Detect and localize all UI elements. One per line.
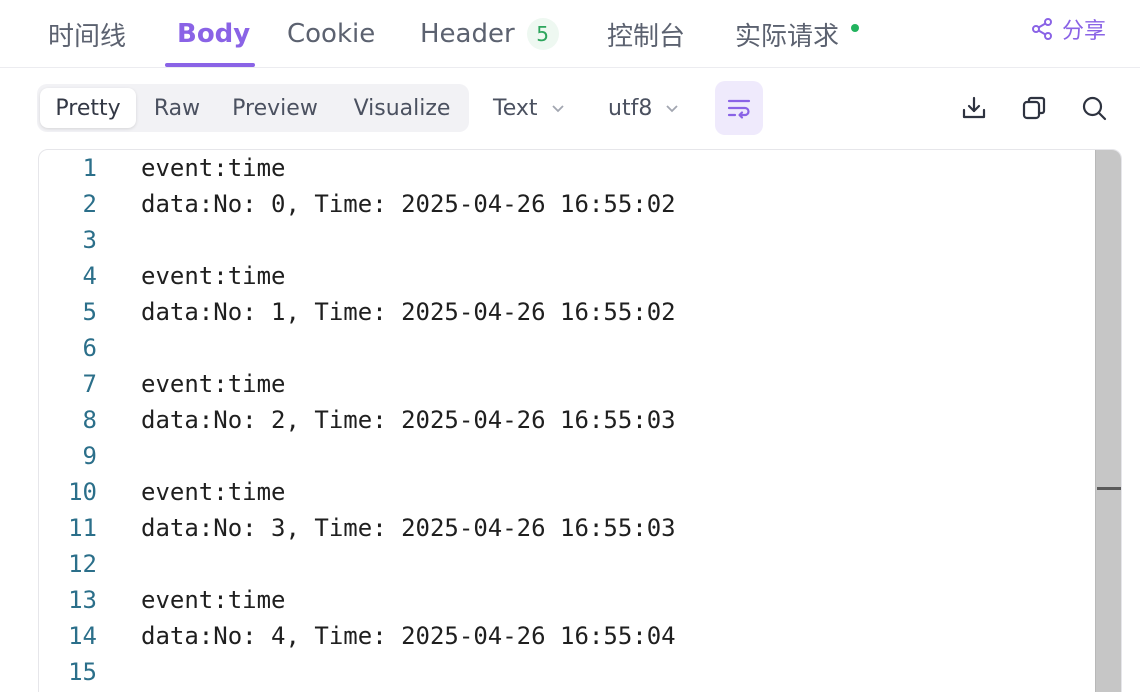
share-icon bbox=[1032, 18, 1052, 40]
view-mode-pretty-label: Pretty bbox=[55, 95, 121, 121]
line-text: event:time bbox=[141, 586, 286, 614]
copy-icon bbox=[1022, 96, 1046, 120]
view-mode-visualize-label: Visualize bbox=[353, 95, 451, 121]
line-number: 6 bbox=[82, 334, 97, 362]
search-icon bbox=[1082, 96, 1107, 121]
line-number: 11 bbox=[68, 514, 97, 542]
active-tab-indicator bbox=[165, 63, 255, 67]
response-tab-bar: 时间线 Body Cookie Header 5 控制台 实际请求 分享 bbox=[0, 0, 1140, 68]
format-select-value: Text bbox=[493, 95, 538, 121]
line-text: data:No: 4, Time: 2025-04-26 16:55:04 bbox=[141, 622, 676, 650]
line-text: event:time bbox=[141, 262, 286, 290]
encoding-select[interactable]: utf8 bbox=[608, 84, 680, 132]
tab-console[interactable]: 控制台 bbox=[607, 0, 685, 68]
line-number: 8 bbox=[82, 406, 97, 434]
line-number: 5 bbox=[82, 298, 97, 326]
view-mode-pretty[interactable]: Pretty bbox=[40, 88, 136, 128]
wrap-lines-icon bbox=[727, 99, 751, 119]
header-count-badge: 5 bbox=[526, 18, 559, 50]
line-number: 2 bbox=[82, 190, 97, 218]
download-icon bbox=[962, 96, 986, 119]
share-button[interactable]: 分享 bbox=[1030, 0, 1106, 58]
tab-header-label: Header bbox=[420, 19, 515, 49]
line-text: data:No: 2, Time: 2025-04-26 16:55:03 bbox=[141, 406, 676, 434]
code-line: 8 data:No: 2, Time: 2025-04-26 16:55:03 bbox=[39, 402, 1095, 438]
line-text: event:time bbox=[141, 154, 286, 182]
format-select[interactable]: Text bbox=[493, 84, 566, 132]
tab-actual-request-label: 实际请求 bbox=[735, 21, 840, 52]
share-label: 分享 bbox=[1062, 19, 1107, 44]
code-line: 9 bbox=[39, 438, 1095, 474]
tab-timeline-label: 时间线 bbox=[48, 21, 127, 52]
vertical-scrollbar[interactable] bbox=[1095, 150, 1121, 692]
line-number: 14 bbox=[68, 622, 97, 650]
tab-header[interactable]: Header 5 bbox=[420, 0, 559, 68]
response-body-editor[interactable]: 1 event:time 2 data:No: 0, Time: 2025-04-26… bbox=[38, 149, 1122, 692]
chevron-down-icon bbox=[551, 105, 564, 113]
tab-console-label: 控制台 bbox=[607, 21, 686, 52]
chevron-down-icon bbox=[666, 105, 678, 113]
code-line: 10 event:time bbox=[39, 474, 1095, 510]
tab-body-label: Body bbox=[177, 19, 251, 49]
code-line: 5 data:No: 1, Time: 2025-04-26 16:55:02 bbox=[39, 294, 1095, 330]
code-line: 15 bbox=[39, 654, 1095, 690]
line-number: 3 bbox=[82, 226, 97, 254]
code-line: 3 bbox=[39, 222, 1095, 258]
line-number: 9 bbox=[82, 442, 97, 470]
scrollbar-position-marker bbox=[1097, 487, 1121, 490]
line-text: data:No: 3, Time: 2025-04-26 16:55:03 bbox=[141, 514, 676, 542]
search-button[interactable] bbox=[1078, 92, 1110, 124]
view-mode-preview[interactable]: Preview bbox=[223, 88, 327, 128]
code-line: 2 data:No: 0, Time: 2025-04-26 16:55:02 bbox=[39, 186, 1095, 222]
line-number: 15 bbox=[68, 658, 97, 686]
code-line: 6 bbox=[39, 330, 1095, 366]
view-mode-raw[interactable]: Raw bbox=[141, 88, 213, 128]
code-line: 13 event:time bbox=[39, 582, 1095, 618]
line-number: 12 bbox=[68, 550, 97, 578]
line-number: 4 bbox=[82, 262, 97, 290]
view-mode-visualize[interactable]: Visualize bbox=[339, 88, 465, 128]
wrap-lines-button[interactable] bbox=[715, 81, 763, 135]
tab-cookie-label: Cookie bbox=[287, 19, 376, 49]
tab-body[interactable]: Body bbox=[177, 0, 250, 68]
encoding-select-value: utf8 bbox=[608, 95, 653, 121]
view-mode-raw-label: Raw bbox=[153, 95, 201, 121]
line-text: event:time bbox=[141, 370, 286, 398]
line-number: 13 bbox=[68, 586, 97, 614]
view-mode-preview-label: Preview bbox=[232, 95, 318, 121]
code-line: 4 event:time bbox=[39, 258, 1095, 294]
line-number: 1 bbox=[82, 154, 97, 182]
view-mode-segmented-control: Pretty Raw Preview Visualize bbox=[37, 84, 469, 132]
copy-button[interactable] bbox=[1018, 92, 1050, 124]
line-number: 10 bbox=[68, 478, 97, 506]
tab-timeline[interactable]: 时间线 bbox=[48, 0, 126, 68]
code-line: 14 data:No: 4, Time: 2025-04-26 16:55:04 bbox=[39, 618, 1095, 654]
line-text: data:No: 0, Time: 2025-04-26 16:55:02 bbox=[141, 190, 676, 218]
status-dot bbox=[851, 24, 860, 32]
line-number: 7 bbox=[82, 370, 97, 398]
tab-cookie[interactable]: Cookie bbox=[287, 0, 375, 68]
line-text: event:time bbox=[141, 478, 286, 506]
code-line: 7 event:time bbox=[39, 366, 1095, 402]
code-line: 12 bbox=[39, 546, 1095, 582]
download-button[interactable] bbox=[958, 92, 990, 124]
line-text: data:No: 1, Time: 2025-04-26 16:55:02 bbox=[141, 298, 676, 326]
code-line: 11 data:No: 3, Time: 2025-04-26 16:55:03 bbox=[39, 510, 1095, 546]
code-line: 1 event:time bbox=[39, 150, 1095, 186]
tab-actual-request[interactable]: 实际请求 bbox=[735, 0, 860, 68]
